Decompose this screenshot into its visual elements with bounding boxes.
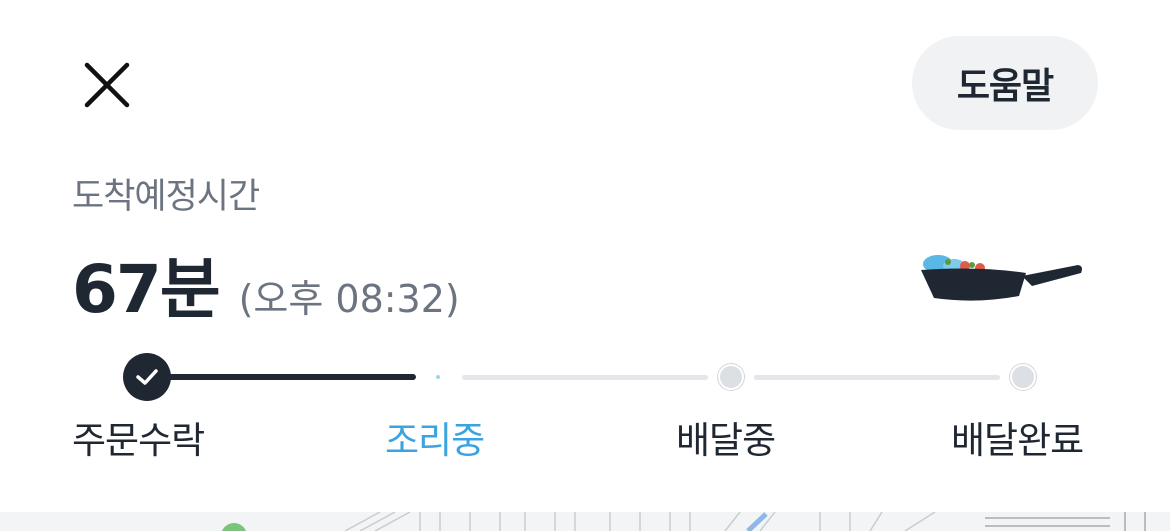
map-background (222, 512, 1146, 531)
progress-track-pending (754, 375, 1000, 380)
progress-track-done (148, 374, 416, 380)
step-label-order-accepted: 주문수락 (72, 419, 205, 462)
progress-track-pending (462, 375, 708, 380)
help-button[interactable]: 도움말 (912, 36, 1098, 130)
step-label-delivered: 배달완료 (951, 419, 1084, 462)
eta-clock-time: (오후 08:32) (238, 277, 460, 321)
step-pending-indicator (718, 364, 744, 390)
step-label-delivering: 배달중 (676, 419, 776, 462)
step-label-cooking: 조리중 (385, 419, 485, 462)
checkmark-icon (136, 369, 158, 385)
map-view[interactable] (0, 512, 1170, 531)
progress-current-marker (436, 375, 440, 379)
close-icon (84, 62, 130, 108)
eta-label: 도착예정시간 (72, 177, 260, 217)
eta-minutes: 67분 (72, 251, 221, 328)
frying-pan-icon (921, 255, 1082, 301)
close-button[interactable] (78, 56, 136, 114)
eta-row: 67분 (오후 08:32) (72, 236, 460, 332)
step-done-indicator (123, 353, 171, 401)
step-pending-indicator (1010, 364, 1036, 390)
